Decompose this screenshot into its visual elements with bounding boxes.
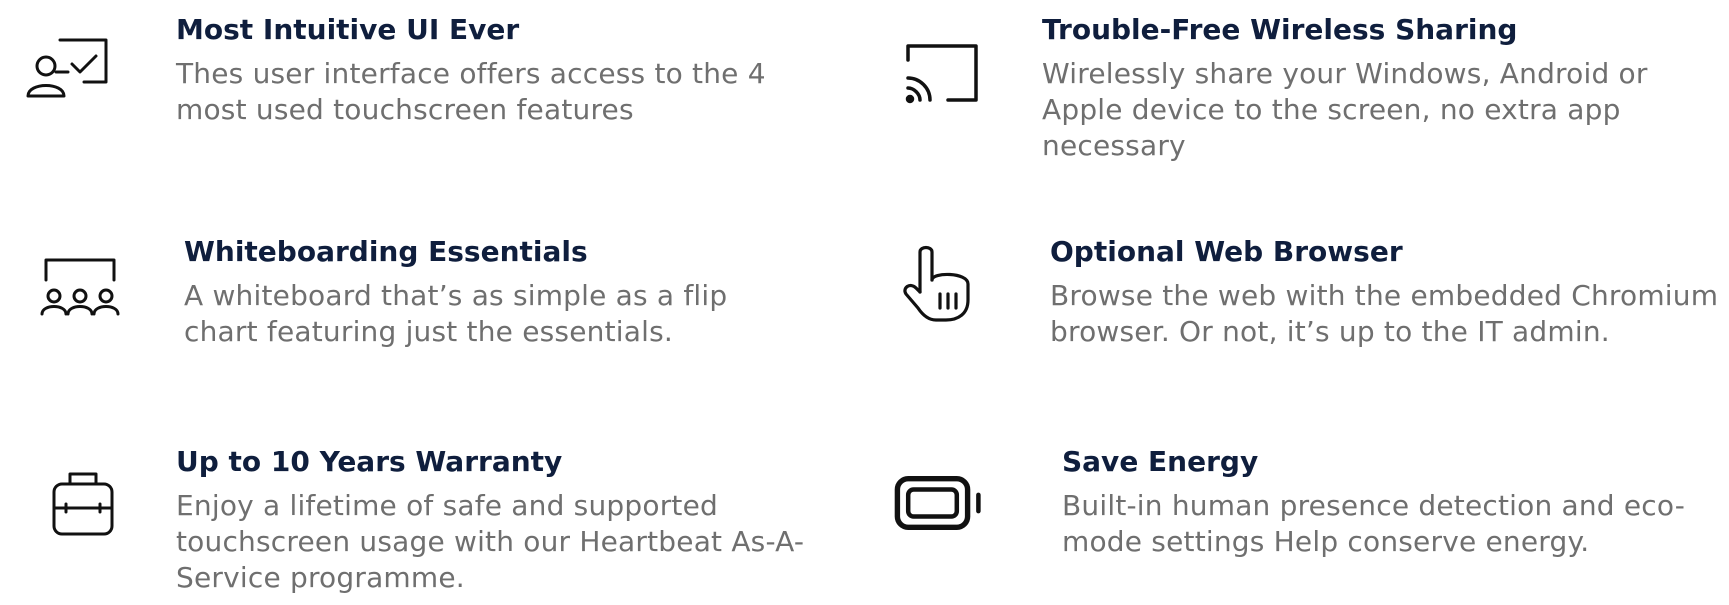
feature-title: Optional Web Browser — [1050, 235, 1403, 268]
feature-title: Trouble-Free Wireless Sharing — [1042, 13, 1518, 46]
feature-description: Enjoy a lifetime of safe and supported t… — [176, 489, 805, 594]
feature-description: Built-in human presence detection and ec… — [1062, 489, 1686, 558]
cast-icon — [898, 30, 988, 120]
touch-hand-icon — [890, 240, 980, 330]
feature-description: Wirelessly share your Windows, Android o… — [1042, 57, 1648, 162]
toolbox-icon — [40, 468, 130, 558]
feature-title: Most Intuitive UI Ever — [176, 13, 520, 46]
feature-description: Browse the web with the embedded Chromiu… — [1050, 279, 1719, 348]
feature-title: Save Energy — [1062, 445, 1259, 478]
battery-icon — [892, 458, 982, 548]
presenter-board-icon — [20, 28, 110, 118]
feature-title: Whiteboarding Essentials — [184, 235, 588, 268]
feature-description: A whiteboard that’s as simple as a flip … — [184, 279, 728, 348]
feature-description: Thes user interface offers access to the… — [176, 57, 766, 126]
feature-title: Up to 10 Years Warranty — [176, 445, 563, 478]
group-whiteboard-icon — [34, 250, 124, 340]
